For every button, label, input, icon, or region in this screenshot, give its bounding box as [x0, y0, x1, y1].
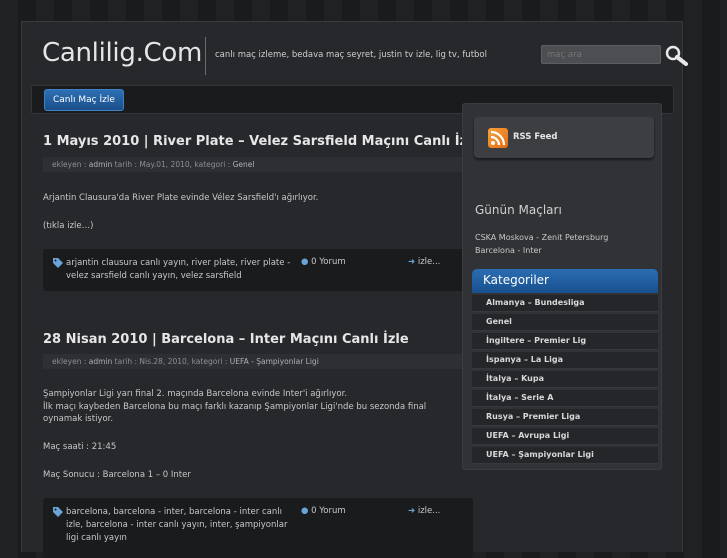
- post-excerpt: Arjantin Clausura'da River Plate evinde …: [43, 193, 319, 203]
- category-item[interactable]: İtalya – Serie A: [472, 390, 658, 407]
- category-item[interactable]: Rusya – Premier Liga: [472, 409, 658, 426]
- post-category[interactable]: Genel: [233, 160, 255, 169]
- post-footer: arjantin clausura canlı yayın, river pla…: [43, 249, 473, 291]
- site-logo[interactable]: Canlilig.Com: [42, 38, 202, 68]
- match-time: Maç saati : 21:45: [43, 442, 117, 452]
- todays-matches-heading: Günün Maçları: [475, 203, 562, 217]
- tag-icon: [53, 507, 63, 517]
- comments-link[interactable]: ● 0 Yorum: [301, 257, 346, 267]
- izle-link[interactable]: ➜ izle...: [408, 257, 440, 267]
- category-item[interactable]: İtalya – Kupa: [472, 371, 658, 388]
- comment-icon: ●: [301, 506, 309, 516]
- tag-icon: [53, 258, 63, 268]
- post-date: May.01, 2010,: [139, 160, 193, 169]
- site-tagline: canlı maç izleme, bedava maç seyret, jus…: [215, 50, 487, 60]
- category-item[interactable]: İspanya – La Liga: [472, 352, 658, 369]
- izle-link[interactable]: ➜ izle...: [408, 506, 440, 516]
- post-tags[interactable]: arjantin clausura canlı yayın, river pla…: [66, 257, 301, 283]
- read-more-link[interactable]: (tıkla izle…): [43, 220, 463, 232]
- arrow-right-icon: ➜: [408, 506, 416, 516]
- post-tags[interactable]: barcelona, barcelona - inter, barcelona …: [66, 506, 301, 545]
- post-date: Nis.28, 2010,: [139, 357, 190, 366]
- rss-feed-link[interactable]: RSS Feed: [513, 132, 557, 142]
- post-title[interactable]: 28 Nisan 2010 | Barcelona – Inter Maçını…: [43, 332, 409, 347]
- post-meta: ekleyen : admin tarih : May.01, 2010, ka…: [43, 157, 473, 172]
- category-item[interactable]: Genel: [472, 314, 658, 331]
- arrow-right-icon: ➜: [408, 257, 416, 267]
- post-title[interactable]: 1 Mayıs 2010 | River Plate – Velez Sarsf…: [43, 134, 480, 149]
- post-author[interactable]: admin: [89, 357, 113, 366]
- post-paragraph: Şampiyonlar Ligi yarı final 2. maçında B…: [43, 389, 348, 399]
- match-result: Maç Sonucu : Barcelona 1 – 0 Inter: [43, 470, 191, 480]
- post-meta: ekleyen : admin tarih : Nis.28, 2010, ka…: [43, 354, 473, 369]
- search-input[interactable]: [541, 45, 661, 64]
- comments-link[interactable]: ● 0 Yorum: [301, 506, 346, 516]
- comment-icon: ●: [301, 257, 309, 267]
- categories-heading: Kategoriler: [472, 269, 658, 293]
- match-item[interactable]: Barcelona - Inter: [475, 246, 542, 255]
- post-category[interactable]: UEFA - Şampiyonlar Ligi: [230, 357, 319, 366]
- category-item[interactable]: UEFA – Avrupa Ligi: [472, 428, 658, 445]
- logo-divider: [205, 37, 206, 75]
- category-item[interactable]: İngiltere – Premier Lig: [472, 333, 658, 350]
- category-item[interactable]: UEFA – Şampiyonlar Ligi: [472, 447, 658, 464]
- post-author[interactable]: admin: [89, 160, 113, 169]
- nav-canli-mac-izle[interactable]: Canlı Maç İzle: [44, 89, 124, 111]
- rss-feed-box[interactable]: RSS Feed: [474, 117, 654, 158]
- post-footer: barcelona, barcelona - inter, barcelona …: [43, 498, 473, 558]
- category-item[interactable]: Almanya – Bundesliga: [472, 295, 658, 312]
- rss-icon: [488, 128, 508, 148]
- search-icon[interactable]: [662, 44, 690, 66]
- post-paragraph: İlk maçı kaybeden Barcelona bu maçı fark…: [43, 402, 427, 424]
- match-item[interactable]: CSKA Moskova - Zenit Petersburg: [475, 233, 608, 242]
